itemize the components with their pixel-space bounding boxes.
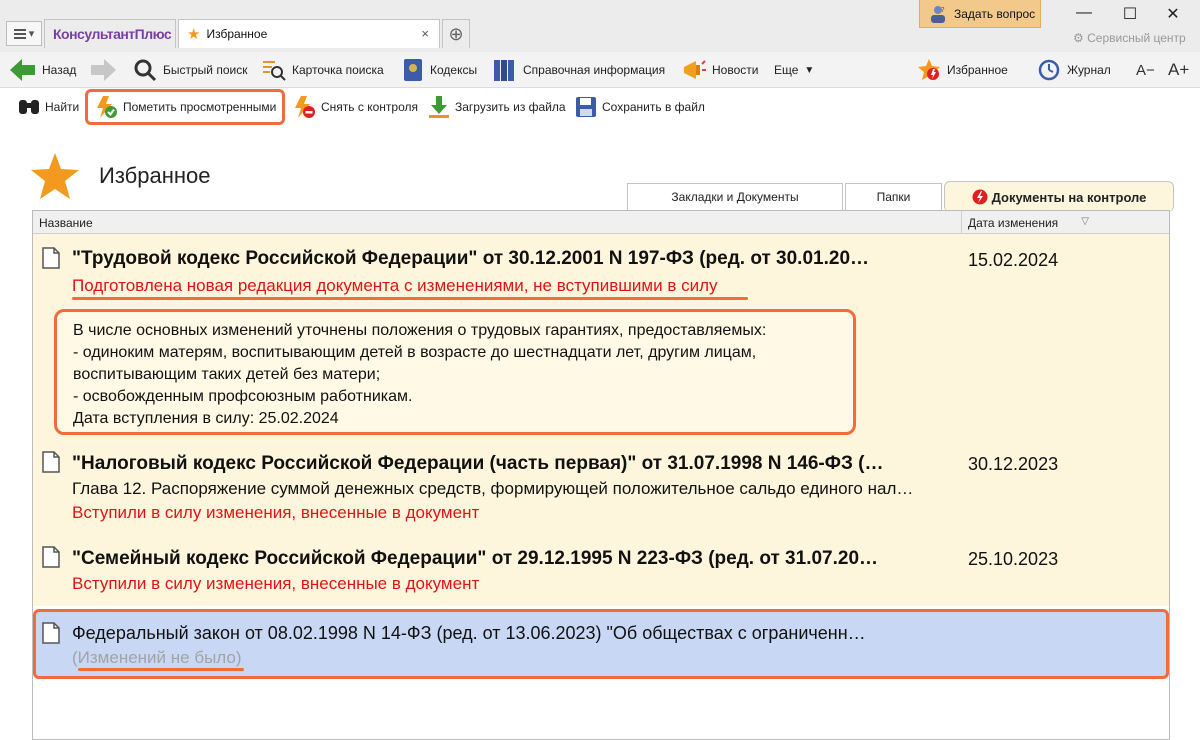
document-icon (42, 247, 60, 269)
chevron-down-icon: ▾ (28, 28, 35, 40)
search-card-icon (263, 61, 286, 81)
tab-controlled-documents[interactable]: Документы на контроле (944, 181, 1174, 212)
tab-label: Избранное (206, 27, 268, 41)
font-increase-button[interactable]: A+ (1168, 56, 1189, 84)
codes-button[interactable]: Кодексы (402, 56, 477, 84)
document-icon (42, 622, 60, 644)
column-header-date[interactable]: Дата изменения ▽ (961, 211, 1171, 233)
details-line: - одиноким матерям, воспитывающим детей … (73, 344, 757, 361)
load-file-button[interactable]: Загрузить из файла (428, 94, 566, 120)
mark-viewed-icon (97, 96, 117, 118)
remove-control-icon (295, 96, 315, 118)
gear-icon: ⚙ (1073, 31, 1084, 45)
ask-question-label: Задать вопрос (954, 6, 1036, 21)
ask-question-button[interactable]: ? Задать вопрос (919, 0, 1041, 28)
service-center-link[interactable]: ⚙ Сервисный центр (1073, 31, 1186, 45)
details-line: воспитывающим таких детей без матери; (73, 366, 381, 383)
arrow-right-icon (91, 59, 116, 81)
hamburger-icon (13, 28, 26, 39)
history-clock-icon (1038, 59, 1060, 81)
font-decrease-button[interactable]: A− (1136, 56, 1155, 84)
status-underline-marker (78, 668, 244, 671)
back-button[interactable]: Назад (10, 56, 76, 84)
mark-viewed-button[interactable]: Пометить просмотренными (85, 89, 286, 125)
maximize-button[interactable]: ☐ (1115, 4, 1145, 24)
plus-icon: ⊕ (448, 23, 464, 44)
document-title[interactable]: "Трудовой кодекс Российской Федерации" о… (72, 248, 869, 270)
reference-info-button[interactable]: Справочная информация (493, 56, 665, 84)
document-status: Вступили в силу изменения, внесенные в д… (72, 574, 480, 593)
quick-search-button[interactable]: Быстрый поиск (133, 56, 247, 84)
tab-brand[interactable]: КонсультантПлюс (44, 19, 176, 48)
document-subtitle: Глава 12. Распоряжение суммой денежных с… (72, 479, 914, 498)
new-tab-button[interactable]: ⊕ (442, 19, 470, 48)
tab-favorites[interactable]: ★ Избранное × (178, 19, 440, 48)
search-card-button[interactable]: Карточка поиска (262, 56, 384, 84)
main-menu-button[interactable]: ▾ (6, 21, 42, 46)
more-menu-button[interactable]: Еще ▼ (774, 56, 814, 84)
document-icon (42, 546, 60, 568)
caret-down-icon: ▼ (804, 64, 815, 76)
find-button[interactable]: Найти (18, 94, 79, 120)
journal-button[interactable]: Журнал (1037, 56, 1111, 84)
document-title[interactable]: Федеральный закон от 08.02.1998 N 14-ФЗ … (72, 623, 866, 644)
document-status: Вступили в силу изменения, внесенные в д… (72, 503, 480, 522)
title-bar: ▾ КонсультантПлюс ★ Избранное × ⊕ ? Зада… (0, 0, 1200, 52)
status-underline-marker (72, 297, 748, 300)
binders-icon (494, 60, 514, 81)
document-status: Подготовлена новая редакция документа с … (72, 276, 718, 295)
favorites-star-icon (31, 153, 79, 199)
controlled-documents-list: Название Дата изменения ▽ "Трудовой коде… (32, 210, 1170, 740)
list-item-selected[interactable]: Федеральный закон от 08.02.1998 N 14-ФЗ … (33, 609, 1169, 679)
change-details-box: В числе основных изменений уточнены поло… (54, 309, 856, 435)
document-title[interactable]: "Налоговый кодекс Российской Федерации (… (72, 453, 884, 475)
change-date: 25.10.2023 (968, 549, 1059, 569)
arrow-left-icon (10, 59, 35, 81)
details-line: Дата вступления в силу: 25.02.2024 (73, 410, 339, 427)
list-header: Название Дата изменения ▽ (33, 211, 1169, 234)
support-person-icon: ? (931, 5, 945, 23)
tab-folders[interactable]: Папки (845, 183, 942, 210)
control-lightning-icon (972, 189, 988, 205)
tab-bookmarks-documents[interactable]: Закладки и Документы (627, 183, 843, 210)
forward-button[interactable] (90, 56, 116, 84)
document-title[interactable]: "Семейный кодекс Российской Федерации" о… (72, 548, 878, 570)
main-toolbar: Назад Быстрый поиск Карточка поиска Коде… (0, 52, 1200, 88)
favorites-control-icon (918, 59, 940, 80)
magnifier-icon (134, 59, 157, 82)
binoculars-icon (19, 100, 39, 114)
floppy-disk-icon (576, 97, 596, 117)
megaphone-icon (684, 60, 706, 79)
star-icon: ★ (187, 26, 201, 43)
change-date: 30.12.2023 (968, 454, 1059, 474)
download-arrow-icon (429, 96, 449, 118)
details-line: В числе основных изменений уточнены поло… (73, 322, 767, 339)
svg-text:?: ? (941, 6, 945, 14)
page-title: Избранное (99, 163, 211, 188)
remove-control-button[interactable]: Снять с контроля (292, 94, 418, 120)
change-date: 15.02.2024 (968, 250, 1059, 270)
close-tab-icon[interactable]: × (421, 26, 429, 41)
actions-toolbar: Найти Пометить просмотренными Снять с ко… (0, 88, 1200, 126)
brand-logo: КонсультантПлюс (53, 26, 172, 42)
close-window-button[interactable]: ✕ (1158, 4, 1188, 24)
save-file-button[interactable]: Сохранить в файл (575, 94, 705, 120)
column-header-name[interactable]: Название (39, 216, 93, 230)
minimize-button[interactable]: — (1069, 4, 1099, 22)
favorites-button[interactable]: Избранное (917, 56, 1008, 84)
sort-indicator-icon: ▽ (1081, 216, 1089, 227)
document-status: (Изменений не было) (72, 648, 242, 667)
document-icon (42, 451, 60, 473)
news-button[interactable]: Новости (682, 56, 758, 84)
codex-book-icon (404, 59, 422, 81)
details-line: - освобожденным профсоюзным работникам. (73, 388, 413, 405)
